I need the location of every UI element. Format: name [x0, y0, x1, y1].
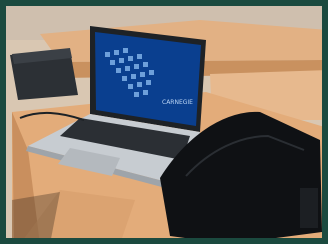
laptop-screen: [95, 32, 201, 126]
classroom-photo: CARNEGIE: [6, 6, 322, 238]
screen-brand-text: CARNEGIE: [162, 99, 193, 106]
bag-pocket: [300, 188, 318, 228]
photo-frame: CARNEGIE: [0, 0, 328, 244]
